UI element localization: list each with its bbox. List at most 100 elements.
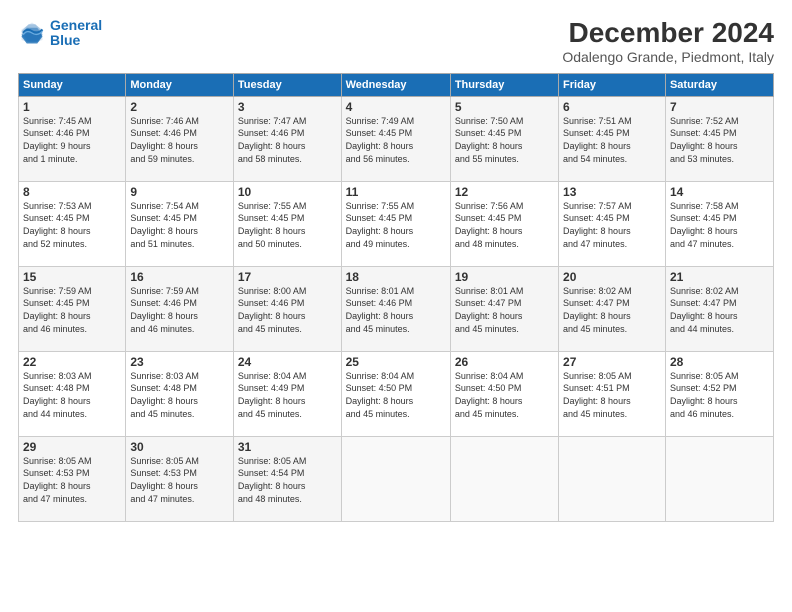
calendar-table: SundayMondayTuesdayWednesdayThursdayFrid… [18,73,774,522]
logo-line1: General [50,17,102,33]
day-info: Sunrise: 8:05 AMSunset: 4:54 PMDaylight:… [238,455,337,505]
logo: General Blue [18,18,102,49]
day-info: Sunrise: 7:51 AMSunset: 4:45 PMDaylight:… [563,115,661,165]
calendar-cell: 31Sunrise: 8:05 AMSunset: 4:54 PMDayligh… [233,436,341,521]
calendar-cell: 24Sunrise: 8:04 AMSunset: 4:49 PMDayligh… [233,351,341,436]
logo-text: General Blue [50,18,102,49]
calendar-cell: 5Sunrise: 7:50 AMSunset: 4:45 PMDaylight… [450,96,558,181]
calendar-day-header: Thursday [450,73,558,96]
day-number: 15 [23,270,121,284]
day-number: 26 [455,355,554,369]
calendar-cell: 23Sunrise: 8:03 AMSunset: 4:48 PMDayligh… [126,351,234,436]
day-info: Sunrise: 7:55 AMSunset: 4:45 PMDaylight:… [238,200,337,250]
calendar-cell: 2Sunrise: 7:46 AMSunset: 4:46 PMDaylight… [126,96,234,181]
calendar-cell: 7Sunrise: 7:52 AMSunset: 4:45 PMDaylight… [665,96,773,181]
day-number: 13 [563,185,661,199]
day-number: 27 [563,355,661,369]
day-info: Sunrise: 7:47 AMSunset: 4:46 PMDaylight:… [238,115,337,165]
day-info: Sunrise: 7:50 AMSunset: 4:45 PMDaylight:… [455,115,554,165]
day-info: Sunrise: 8:03 AMSunset: 4:48 PMDaylight:… [130,370,229,420]
calendar-cell [665,436,773,521]
calendar-cell: 17Sunrise: 8:00 AMSunset: 4:46 PMDayligh… [233,266,341,351]
day-number: 5 [455,100,554,114]
day-number: 12 [455,185,554,199]
day-info: Sunrise: 7:54 AMSunset: 4:45 PMDaylight:… [130,200,229,250]
day-info: Sunrise: 7:52 AMSunset: 4:45 PMDaylight:… [670,115,769,165]
day-info: Sunrise: 7:56 AMSunset: 4:45 PMDaylight:… [455,200,554,250]
day-info: Sunrise: 7:46 AMSunset: 4:46 PMDaylight:… [130,115,229,165]
day-info: Sunrise: 7:57 AMSunset: 4:45 PMDaylight:… [563,200,661,250]
calendar-cell: 9Sunrise: 7:54 AMSunset: 4:45 PMDaylight… [126,181,234,266]
calendar-cell: 21Sunrise: 8:02 AMSunset: 4:47 PMDayligh… [665,266,773,351]
calendar-day-header: Friday [559,73,666,96]
day-info: Sunrise: 7:53 AMSunset: 4:45 PMDaylight:… [23,200,121,250]
day-number: 24 [238,355,337,369]
day-info: Sunrise: 7:59 AMSunset: 4:45 PMDaylight:… [23,285,121,335]
calendar-cell: 16Sunrise: 7:59 AMSunset: 4:46 PMDayligh… [126,266,234,351]
day-number: 23 [130,355,229,369]
title-block: December 2024 Odalengo Grande, Piedmont,… [562,18,774,65]
calendar-cell: 19Sunrise: 8:01 AMSunset: 4:47 PMDayligh… [450,266,558,351]
calendar-cell: 1Sunrise: 7:45 AMSunset: 4:46 PMDaylight… [19,96,126,181]
calendar-week-row: 29Sunrise: 8:05 AMSunset: 4:53 PMDayligh… [19,436,774,521]
day-number: 16 [130,270,229,284]
day-info: Sunrise: 8:05 AMSunset: 4:52 PMDaylight:… [670,370,769,420]
day-info: Sunrise: 8:05 AMSunset: 4:51 PMDaylight:… [563,370,661,420]
day-info: Sunrise: 8:04 AMSunset: 4:50 PMDaylight:… [346,370,446,420]
subtitle: Odalengo Grande, Piedmont, Italy [562,49,774,65]
day-number: 4 [346,100,446,114]
logo-icon [18,19,46,47]
day-number: 29 [23,440,121,454]
calendar-cell: 26Sunrise: 8:04 AMSunset: 4:50 PMDayligh… [450,351,558,436]
calendar-week-row: 15Sunrise: 7:59 AMSunset: 4:45 PMDayligh… [19,266,774,351]
day-number: 25 [346,355,446,369]
calendar-cell: 20Sunrise: 8:02 AMSunset: 4:47 PMDayligh… [559,266,666,351]
day-number: 21 [670,270,769,284]
day-number: 7 [670,100,769,114]
calendar-cell: 27Sunrise: 8:05 AMSunset: 4:51 PMDayligh… [559,351,666,436]
calendar-cell: 12Sunrise: 7:56 AMSunset: 4:45 PMDayligh… [450,181,558,266]
header: General Blue December 2024 Odalengo Gran… [18,18,774,65]
calendar-cell: 3Sunrise: 7:47 AMSunset: 4:46 PMDaylight… [233,96,341,181]
page: General Blue December 2024 Odalengo Gran… [0,0,792,612]
calendar-cell: 13Sunrise: 7:57 AMSunset: 4:45 PMDayligh… [559,181,666,266]
calendar-cell: 22Sunrise: 8:03 AMSunset: 4:48 PMDayligh… [19,351,126,436]
calendar-cell: 28Sunrise: 8:05 AMSunset: 4:52 PMDayligh… [665,351,773,436]
calendar-cell: 14Sunrise: 7:58 AMSunset: 4:45 PMDayligh… [665,181,773,266]
day-number: 14 [670,185,769,199]
day-number: 11 [346,185,446,199]
day-info: Sunrise: 8:04 AMSunset: 4:49 PMDaylight:… [238,370,337,420]
calendar-cell: 6Sunrise: 7:51 AMSunset: 4:45 PMDaylight… [559,96,666,181]
day-number: 18 [346,270,446,284]
day-info: Sunrise: 7:55 AMSunset: 4:45 PMDaylight:… [346,200,446,250]
day-info: Sunrise: 8:02 AMSunset: 4:47 PMDaylight:… [670,285,769,335]
day-info: Sunrise: 8:03 AMSunset: 4:48 PMDaylight:… [23,370,121,420]
day-info: Sunrise: 8:04 AMSunset: 4:50 PMDaylight:… [455,370,554,420]
calendar-day-header: Wednesday [341,73,450,96]
calendar-cell: 11Sunrise: 7:55 AMSunset: 4:45 PMDayligh… [341,181,450,266]
day-number: 3 [238,100,337,114]
calendar-week-row: 22Sunrise: 8:03 AMSunset: 4:48 PMDayligh… [19,351,774,436]
calendar-cell: 18Sunrise: 8:01 AMSunset: 4:46 PMDayligh… [341,266,450,351]
calendar-day-header: Monday [126,73,234,96]
day-number: 31 [238,440,337,454]
day-number: 10 [238,185,337,199]
day-info: Sunrise: 7:45 AMSunset: 4:46 PMDaylight:… [23,115,121,165]
calendar-cell: 4Sunrise: 7:49 AMSunset: 4:45 PMDaylight… [341,96,450,181]
calendar-cell: 30Sunrise: 8:05 AMSunset: 4:53 PMDayligh… [126,436,234,521]
day-info: Sunrise: 8:01 AMSunset: 4:47 PMDaylight:… [455,285,554,335]
calendar-header-row: SundayMondayTuesdayWednesdayThursdayFrid… [19,73,774,96]
calendar-cell: 15Sunrise: 7:59 AMSunset: 4:45 PMDayligh… [19,266,126,351]
calendar-week-row: 8Sunrise: 7:53 AMSunset: 4:45 PMDaylight… [19,181,774,266]
logo-line2: Blue [50,32,80,48]
day-number: 22 [23,355,121,369]
calendar-cell [559,436,666,521]
calendar-cell [341,436,450,521]
calendar-day-header: Saturday [665,73,773,96]
day-number: 1 [23,100,121,114]
day-number: 20 [563,270,661,284]
day-info: Sunrise: 7:58 AMSunset: 4:45 PMDaylight:… [670,200,769,250]
calendar-day-header: Sunday [19,73,126,96]
day-info: Sunrise: 8:02 AMSunset: 4:47 PMDaylight:… [563,285,661,335]
day-number: 6 [563,100,661,114]
